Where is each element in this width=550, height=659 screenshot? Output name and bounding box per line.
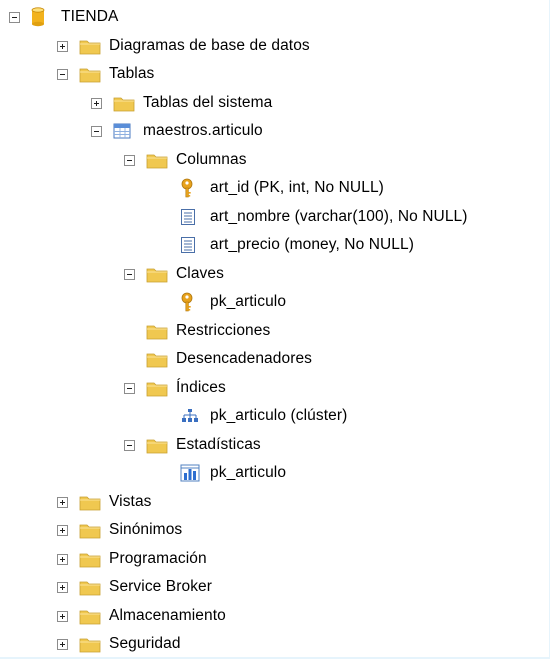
- collapse-toggle-icon[interactable]: [9, 11, 20, 23]
- tree-node-label: TIENDA: [61, 8, 119, 26]
- expand-toggle-icon[interactable]: [57, 496, 68, 508]
- folder-icon: [79, 634, 101, 654]
- folder-icon: [146, 349, 168, 369]
- expand-toggle-icon[interactable]: [57, 553, 68, 565]
- tree-node-label: Claves: [176, 265, 224, 283]
- tree-node-label: Tablas del sistema: [143, 94, 273, 112]
- tree-node-desencadenadores[interactable]: Desencadenadores: [124, 345, 312, 374]
- tree-node-col-art-precio[interactable]: art_precio (money, No NULL): [158, 231, 414, 260]
- folder-icon: [113, 93, 135, 113]
- tree-node-columnas[interactable]: Columnas: [124, 146, 247, 175]
- folder-icon: [146, 264, 168, 284]
- tree-node-diagramas[interactable]: Diagramas de base de datos: [57, 32, 310, 61]
- folder-icon: [79, 64, 101, 84]
- folder-icon: [79, 492, 101, 512]
- table-icon: [113, 121, 135, 141]
- tree-node-label: art_precio (money, No NULL): [210, 236, 414, 254]
- collapse-toggle-icon[interactable]: [57, 68, 68, 80]
- index-icon: [180, 406, 202, 426]
- expand-toggle-icon[interactable]: [57, 638, 68, 650]
- tree-node-col-art-id[interactable]: art_id (PK, int, No NULL): [158, 174, 384, 203]
- expand-toggle-icon[interactable]: [91, 97, 102, 109]
- tree-node-label: Desencadenadores: [176, 350, 313, 368]
- folder-icon: [79, 36, 101, 56]
- statistics-icon: [180, 463, 202, 483]
- tree-node-key-pk-articulo[interactable]: pk_articulo: [158, 288, 286, 317]
- tree-node-label: Columnas: [176, 151, 247, 169]
- tree-node-programacion[interactable]: Programación: [57, 545, 207, 574]
- tree-node-label: Tablas: [109, 65, 155, 83]
- tree-node-vistas[interactable]: Vistas: [57, 488, 152, 517]
- tree-node-label: Restricciones: [176, 322, 271, 340]
- tree-node-tablas-sistema[interactable]: Tablas del sistema: [91, 89, 272, 118]
- tree-node-indices[interactable]: Índices: [124, 374, 226, 403]
- tree-node-label: art_nombre (varchar(100), No NULL): [210, 208, 468, 226]
- tree-node-label: Seguridad: [109, 635, 181, 653]
- tree-node-label: pk_articulo: [210, 464, 287, 482]
- tree-node-tienda[interactable]: TIENDA: [9, 3, 118, 32]
- collapse-toggle-icon[interactable]: [124, 382, 135, 394]
- database-icon: [31, 7, 53, 27]
- folder-icon: [146, 321, 168, 341]
- tree-node-index-pk-articulo[interactable]: pk_articulo (clúster): [158, 402, 347, 431]
- tree-node-label: Almacenamiento: [109, 607, 226, 625]
- tree-node-label: art_id (PK, int, No NULL): [210, 179, 384, 197]
- folder-icon: [79, 577, 101, 597]
- tree-node-almacenamiento[interactable]: Almacenamiento: [57, 602, 226, 631]
- tree-node-col-art-nombre[interactable]: art_nombre (varchar(100), No NULL): [158, 203, 468, 232]
- tree-node-tablas[interactable]: Tablas: [57, 60, 154, 89]
- expand-toggle-icon[interactable]: [57, 40, 68, 52]
- tree-node-seguridad[interactable]: Seguridad: [57, 630, 181, 659]
- expand-toggle-icon[interactable]: [57, 610, 68, 622]
- tree-node-service-broker[interactable]: Service Broker: [57, 573, 212, 602]
- tree-node-claves[interactable]: Claves: [124, 260, 224, 289]
- tree-node-label: Service Broker: [109, 578, 213, 596]
- expand-toggle-icon[interactable]: [57, 524, 68, 536]
- key-icon: [180, 178, 202, 198]
- tree-node-stats-pk-articulo[interactable]: pk_articulo: [158, 459, 286, 488]
- folder-icon: [79, 606, 101, 626]
- collapse-toggle-icon[interactable]: [124, 268, 135, 280]
- tree-node-label: pk_articulo: [210, 293, 287, 311]
- tree-node-label: Sinónimos: [109, 521, 183, 539]
- folder-icon: [79, 549, 101, 569]
- object-explorer-tree: TIENDA Diagramas de base de datos Tablas…: [0, 0, 550, 657]
- column-icon: [180, 207, 202, 227]
- folder-icon: [146, 435, 168, 455]
- collapse-toggle-icon[interactable]: [91, 125, 102, 137]
- tree-node-label: Diagramas de base de datos: [109, 37, 310, 55]
- column-icon: [180, 235, 202, 255]
- tree-node-estadisticas[interactable]: Estadísticas: [124, 431, 261, 460]
- tree-node-restricciones[interactable]: Restricciones: [124, 317, 270, 346]
- tree-node-sinonimos[interactable]: Sinónimos: [57, 516, 182, 545]
- folder-icon: [146, 150, 168, 170]
- folder-icon: [79, 520, 101, 540]
- tree-node-label: Vistas: [109, 493, 152, 511]
- folder-icon: [146, 378, 168, 398]
- tree-node-label: maestros.articulo: [143, 122, 263, 140]
- expand-toggle-icon[interactable]: [57, 581, 68, 593]
- tree-node-maestros-articulo[interactable]: maestros.articulo: [91, 117, 263, 146]
- collapse-toggle-icon[interactable]: [124, 439, 135, 451]
- collapse-toggle-icon[interactable]: [124, 154, 135, 166]
- tree-node-label: Estadísticas: [176, 436, 261, 454]
- tree-node-label: Programación: [109, 550, 207, 568]
- key-icon: [180, 292, 202, 312]
- tree-node-label: pk_articulo (clúster): [210, 407, 348, 425]
- tree-node-label: Índices: [176, 379, 226, 397]
